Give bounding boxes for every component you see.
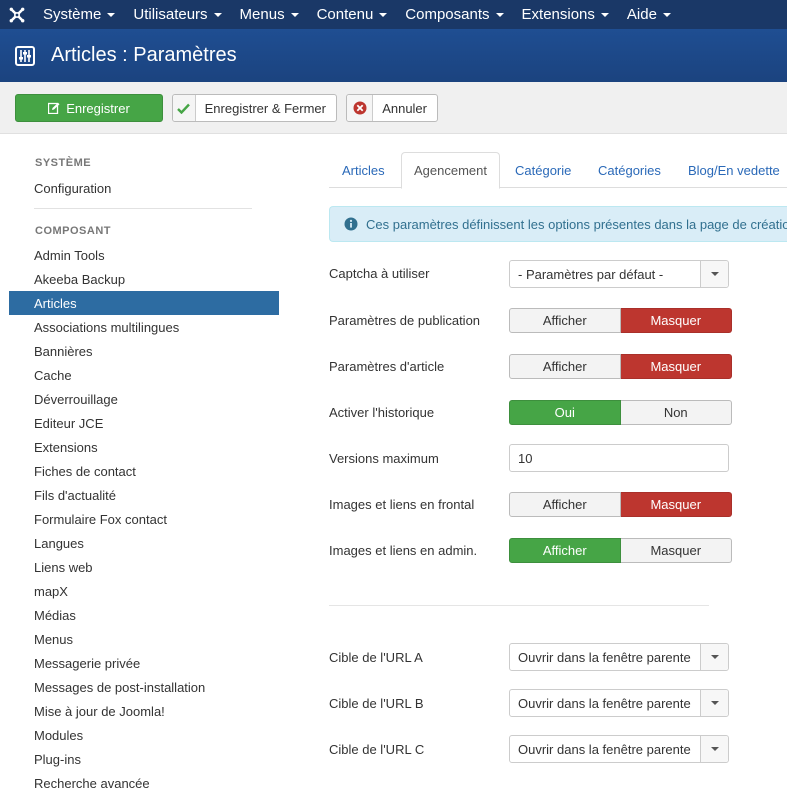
sidebar-item[interactable]: Bannières	[9, 339, 279, 363]
alert-text: Ces paramètres définissent les options p…	[366, 216, 787, 232]
check-icon	[173, 95, 196, 121]
nav-menu-aide[interactable]: Aide	[618, 0, 680, 29]
history-non-button[interactable]: Non	[620, 400, 732, 425]
section-divider	[329, 605, 709, 606]
sidebar-item-active[interactable]: Articles	[9, 291, 279, 315]
captcha-select[interactable]: - Paramètres par défaut -	[509, 260, 729, 288]
url-b-select[interactable]: Ouvrir dans la fenêtre parente	[509, 689, 729, 717]
url-b-label: Cible de l'URL B	[329, 696, 424, 711]
sidebar-item-configuration[interactable]: Configuration	[9, 176, 279, 200]
nav-menu-menus[interactable]: Menus	[231, 0, 308, 29]
article-params-toggle: Afficher Masquer	[509, 354, 732, 379]
publication-label: Paramètres de publication	[329, 313, 481, 328]
caret-down-icon	[290, 12, 299, 17]
max-versions-input[interactable]: 10	[509, 444, 729, 472]
sidebar-item[interactable]: Médias	[9, 603, 279, 627]
nav-menu-utilisateurs[interactable]: Utilisateurs	[124, 0, 230, 29]
settings-tabs: Articles Agencement Catégorie Catégories…	[329, 152, 787, 189]
tab-agencement[interactable]: Agencement	[401, 152, 500, 189]
article-params-masquer-button[interactable]: Masquer	[620, 354, 732, 379]
publication-masquer-button[interactable]: Masquer	[620, 308, 732, 333]
sidebar-divider	[34, 208, 252, 209]
images-frontal-toggle: Afficher Masquer	[509, 492, 732, 517]
tab-categorie[interactable]: Catégorie	[515, 152, 571, 188]
article-params-afficher-button[interactable]: Afficher	[509, 354, 621, 379]
sidebar-item[interactable]: Messages de post-installation	[9, 675, 279, 699]
save-button[interactable]: Enregistrer	[15, 94, 163, 122]
history-oui-button[interactable]: Oui	[509, 400, 621, 425]
images-frontal-masquer-button[interactable]: Masquer	[620, 492, 732, 517]
chevron-down-icon	[700, 690, 728, 716]
toolbar: Enregistrer Enregistrer & Fermer Annuler	[0, 82, 787, 134]
nav-menu-contenu[interactable]: Contenu	[308, 0, 397, 29]
sidebar-heading-systeme: SYSTÈME	[35, 157, 92, 169]
cancel-button[interactable]: Annuler	[346, 94, 438, 122]
sidebar-item[interactable]: Fils d'actualité	[9, 483, 279, 507]
sidebar-item[interactable]: mapX	[9, 579, 279, 603]
url-a-select[interactable]: Ouvrir dans la fenêtre parente	[509, 643, 729, 671]
images-frontal-label: Images et liens en frontal	[329, 497, 475, 512]
sidebar-item[interactable]: Déverrouillage	[9, 387, 279, 411]
history-toggle: Oui Non	[509, 400, 732, 425]
history-label: Activer l'historique	[329, 405, 435, 420]
images-admin-label: Images et liens en admin.	[329, 543, 478, 558]
sidebar-item[interactable]: Modules	[9, 723, 279, 747]
page-header: Articles : Paramètres	[0, 29, 787, 82]
sidebar-item[interactable]: Editeur JCE	[9, 411, 279, 435]
caret-down-icon	[213, 12, 222, 17]
images-admin-afficher-button[interactable]: Afficher	[509, 538, 621, 563]
chevron-down-icon	[700, 261, 728, 287]
sidebar-item[interactable]: Langues	[9, 531, 279, 555]
url-c-select[interactable]: Ouvrir dans la fenêtre parente	[509, 735, 729, 763]
chevron-down-icon	[700, 736, 728, 762]
sidebar-item[interactable]: Mise à jour de Joomla!	[9, 699, 279, 723]
url-c-label: Cible de l'URL C	[329, 742, 425, 757]
sidebar-item[interactable]: Extensions	[9, 435, 279, 459]
nav-menu-systeme[interactable]: Système	[34, 0, 124, 29]
sidebar-item[interactable]: Cache	[9, 363, 279, 387]
nav-menu-composants[interactable]: Composants	[396, 0, 512, 29]
sidebar-item[interactable]: Akeeba Backup	[9, 267, 279, 291]
edit-icon	[48, 102, 60, 114]
sidebar-item[interactable]: Messagerie privée	[9, 651, 279, 675]
info-alert: Ces paramètres définissent les options p…	[329, 206, 787, 242]
tab-blog-en-vedette[interactable]: Blog/En vedette	[688, 152, 780, 188]
publication-afficher-button[interactable]: Afficher	[509, 308, 621, 333]
sidebar-item[interactable]: Admin Tools	[9, 243, 279, 267]
chevron-down-icon	[700, 644, 728, 670]
images-admin-masquer-button[interactable]: Masquer	[620, 538, 732, 563]
tab-categories[interactable]: Catégories	[598, 152, 661, 188]
captcha-label: Captcha à utiliser	[329, 266, 430, 281]
max-versions-label: Versions maximum	[329, 451, 439, 466]
sidebar-item[interactable]: Menus	[9, 627, 279, 651]
top-navbar: Système Utilisateurs Menus Contenu Compo…	[0, 0, 787, 29]
images-admin-toggle: Afficher Masquer	[509, 538, 732, 563]
page-title: Articles : Paramètres	[51, 44, 237, 66]
article-params-label: Paramètres d'article	[329, 359, 445, 374]
caret-down-icon	[662, 12, 671, 17]
caret-down-icon	[379, 12, 388, 17]
joomla-logo-icon[interactable]	[0, 0, 34, 29]
sidebar-item[interactable]: Associations multilingues	[9, 315, 279, 339]
sidebar-item[interactable]: Fiches de contact	[9, 459, 279, 483]
save-close-button[interactable]: Enregistrer & Fermer	[172, 94, 337, 122]
caret-down-icon	[600, 12, 609, 17]
info-icon	[344, 217, 358, 231]
sliders-icon	[15, 45, 35, 66]
publication-toggle: Afficher Masquer	[509, 308, 732, 333]
sidebar-heading-composant: COMPOSANT	[35, 225, 111, 237]
tab-articles[interactable]: Articles	[342, 152, 385, 188]
caret-down-icon	[107, 12, 116, 17]
sidebar-item[interactable]: Recherche avancée	[9, 771, 279, 795]
sidebar-item[interactable]: Plug-ins	[9, 747, 279, 771]
nav-menu-extensions[interactable]: Extensions	[513, 0, 618, 29]
images-frontal-afficher-button[interactable]: Afficher	[509, 492, 621, 517]
sidebar-item[interactable]: Liens web	[9, 555, 279, 579]
sidebar-item[interactable]: Formulaire Fox contact	[9, 507, 279, 531]
caret-down-icon	[495, 12, 504, 17]
url-a-label: Cible de l'URL A	[329, 650, 423, 665]
cancel-circle-icon	[347, 95, 374, 121]
